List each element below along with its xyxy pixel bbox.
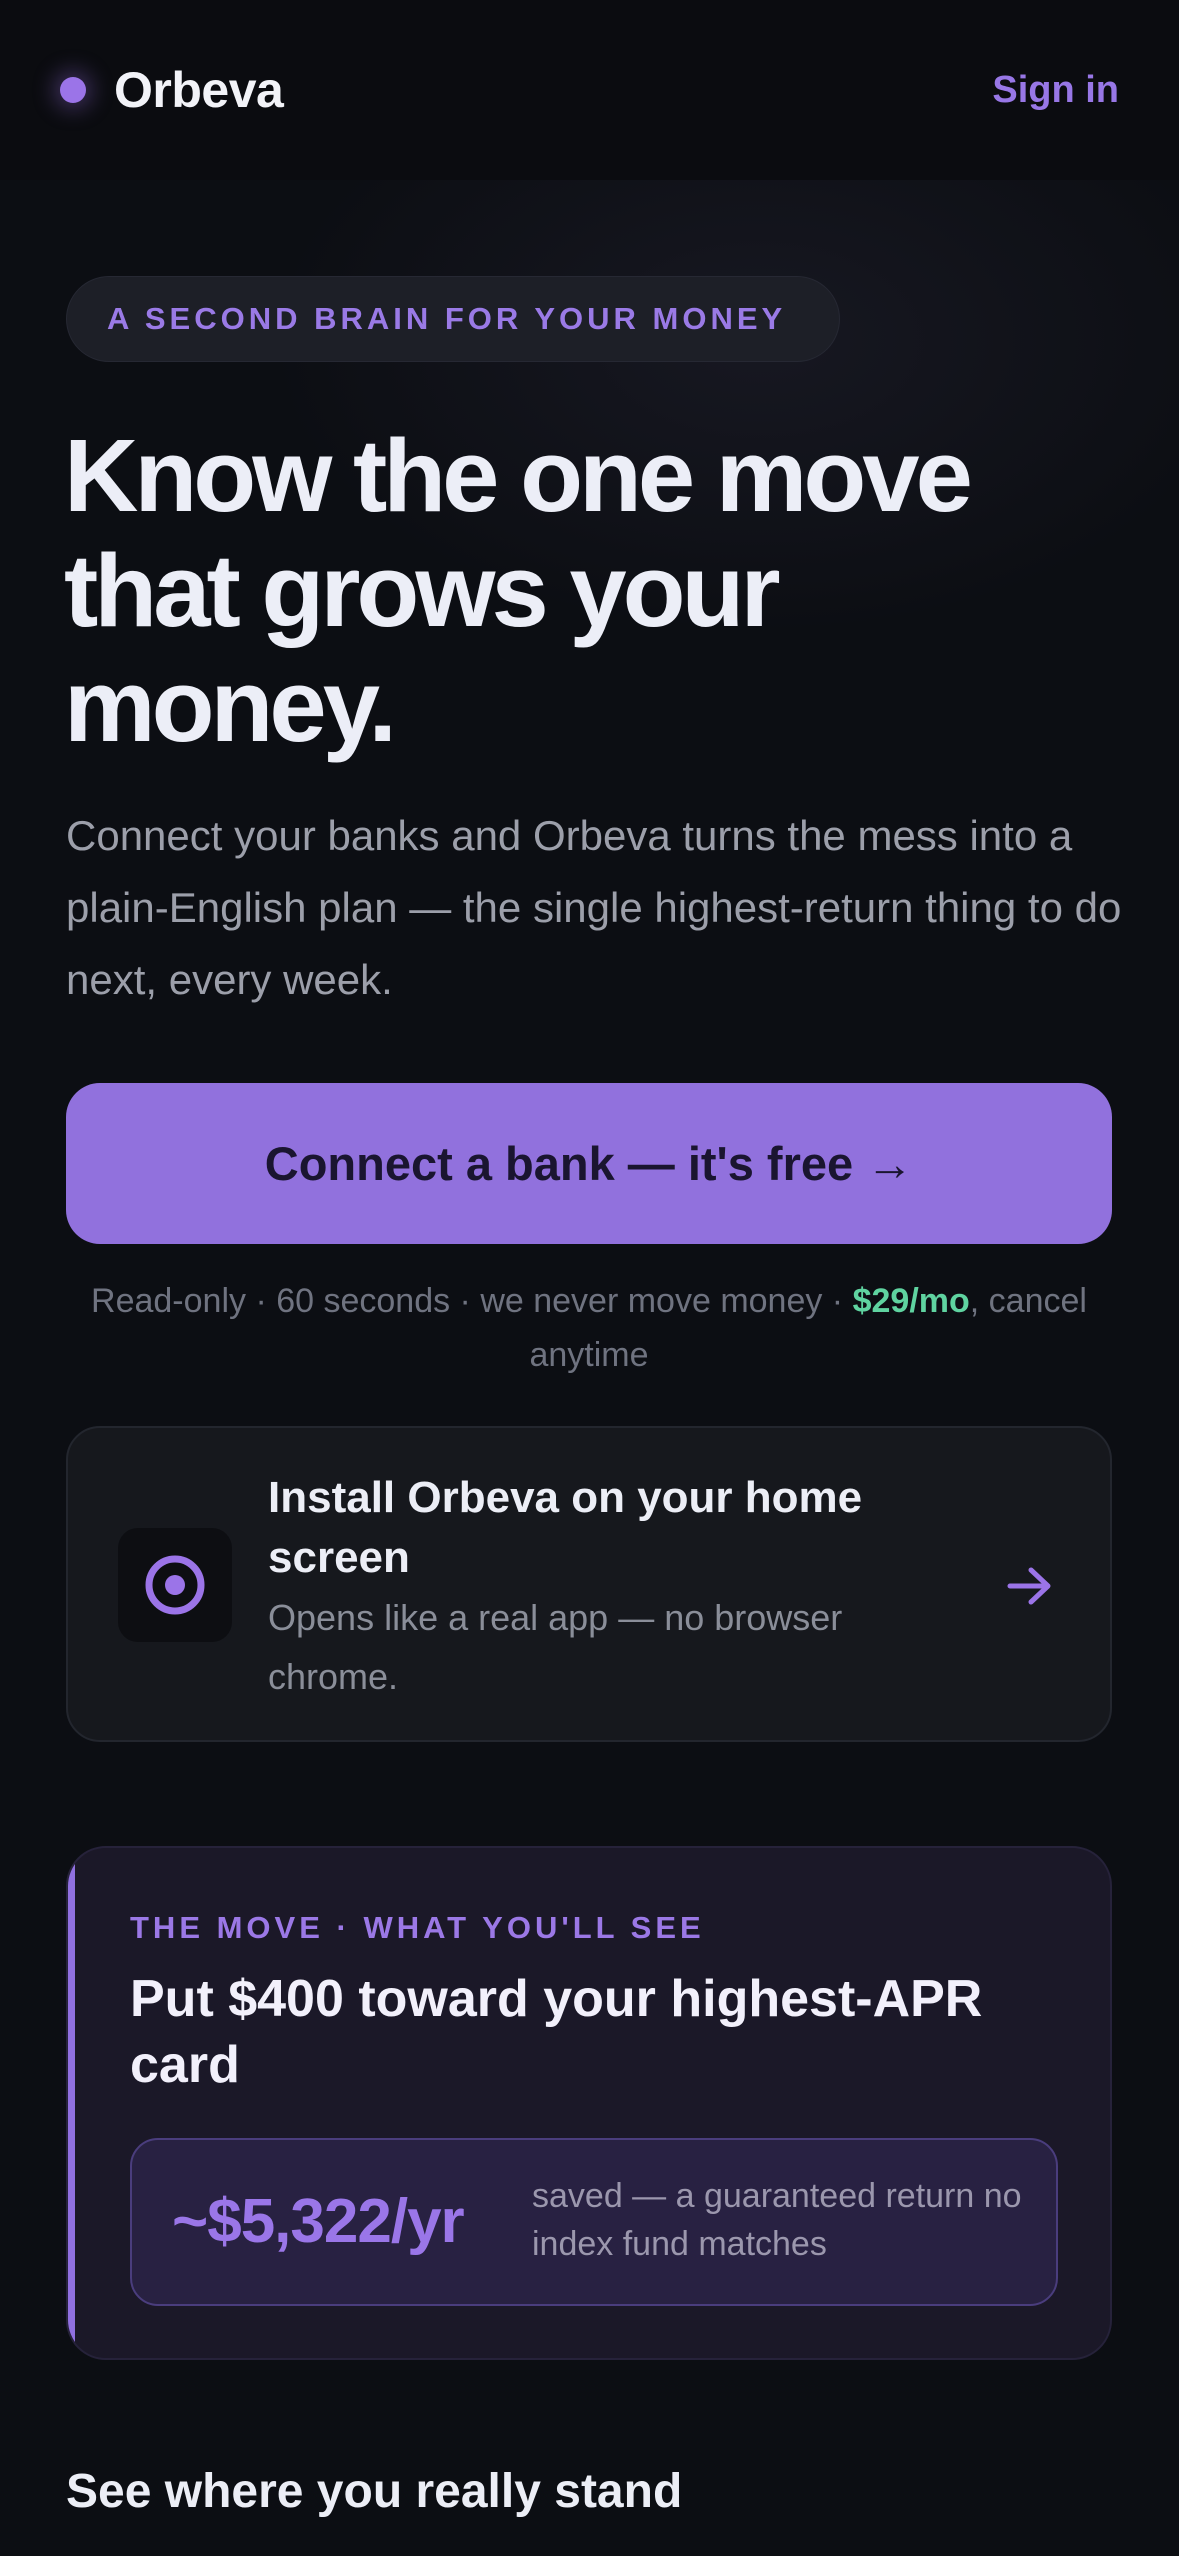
section-title: See where you really stand xyxy=(66,2465,683,2518)
brand-name: Orbeva xyxy=(114,62,284,118)
brand-logo[interactable]: Orbeva xyxy=(60,55,284,125)
brand-dot-icon xyxy=(60,77,86,103)
savings-stat-box: ~$5,322/yr saved — a guaranteed return n… xyxy=(130,2138,1058,2306)
move-title: Put $400 toward your highest-APR card xyxy=(130,1970,983,2094)
price-label: $29/mo xyxy=(852,1282,970,1320)
savings-description: saved — a guaranteed return no index fun… xyxy=(532,2177,1022,2263)
hero-eyebrow-badge: A SECOND BRAIN FOR YOUR MONEY xyxy=(66,276,840,362)
cta-fineprint: Read-only · 60 seconds · we never move m… xyxy=(66,1274,1112,1382)
connect-bank-button[interactable]: Connect a bank — it's free → xyxy=(66,1083,1112,1244)
top-bar: Orbeva Sign in xyxy=(0,0,1179,180)
headline-line-1: Know the one move xyxy=(64,418,973,533)
headline-line-3: money. xyxy=(64,648,397,763)
move-preview-card: THE MOVE · WHAT YOU'LL SEE Put $400 towa… xyxy=(66,1846,1112,2360)
card-accent-bar xyxy=(68,1848,75,2358)
fineprint-prefix: Read-only · 60 seconds · we never move m… xyxy=(91,1282,853,1320)
savings-value: ~$5,322/yr xyxy=(172,2187,465,2256)
install-app-card[interactable]: Install Orbeva on your home screen Opens… xyxy=(66,1426,1112,1742)
hero-subcopy: Connect your banks and Orbeva turns the … xyxy=(66,812,1122,1003)
hero-headline: Know the one move that grows your money. xyxy=(64,418,1124,763)
arrow-right-icon[interactable] xyxy=(1000,1556,1060,1616)
landing-page: Orbeva Sign in A SECOND BRAIN FOR YOUR M… xyxy=(0,0,1179,2556)
install-subtitle: Opens like a real app — no browser chrom… xyxy=(268,1597,843,1697)
install-title: Install Orbeva on your home screen xyxy=(268,1473,863,1582)
target-icon xyxy=(118,1528,232,1642)
sign-in-link[interactable]: Sign in xyxy=(992,60,1119,120)
headline-line-2: that grows your xyxy=(64,533,781,648)
move-eyebrow: THE MOVE · WHAT YOU'LL SEE xyxy=(130,1910,705,1945)
